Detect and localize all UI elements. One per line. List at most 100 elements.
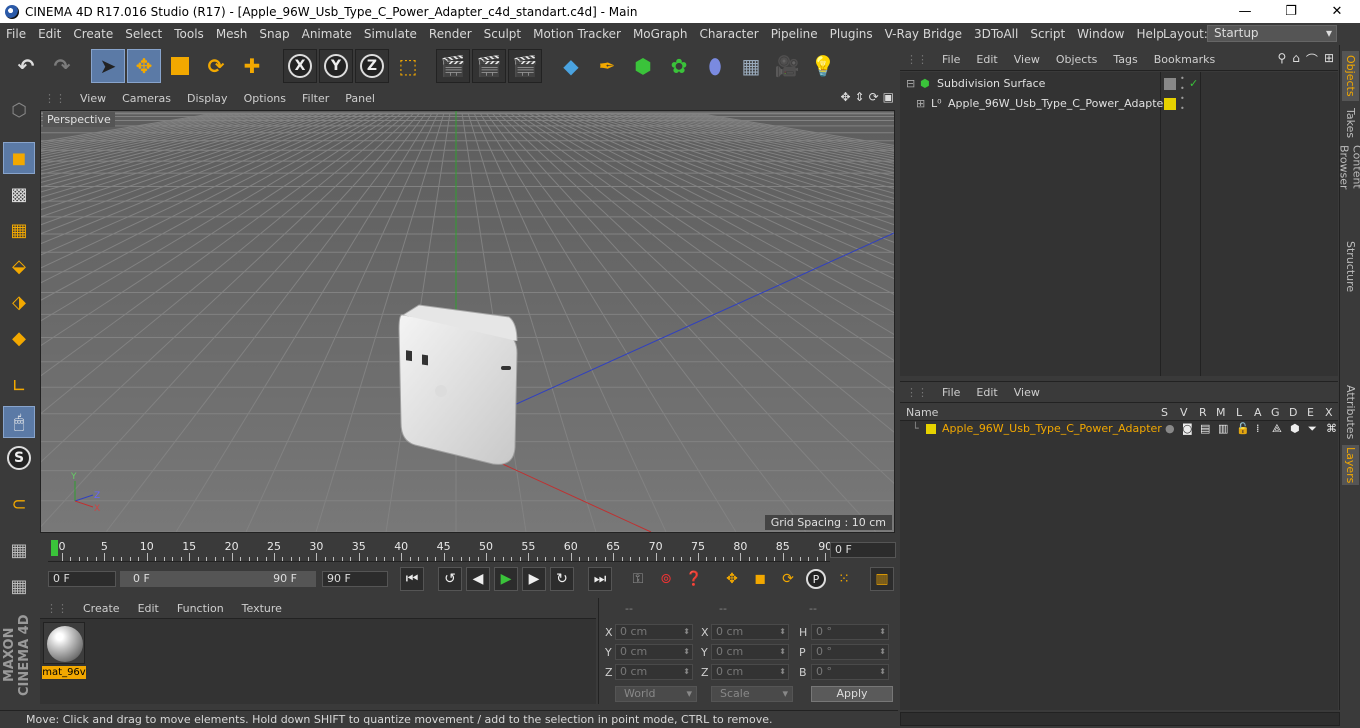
menu-pipeline[interactable]: Pipeline: [765, 23, 824, 45]
new-panel-icon[interactable]: ⊞: [1324, 51, 1334, 68]
object-menu-tags[interactable]: Tags: [1105, 53, 1145, 66]
view-toggle-icon[interactable]: ◙: [1182, 419, 1193, 439]
edges-mode-button[interactable]: ⬗: [3, 286, 35, 318]
rot-p-field[interactable]: 0 °: [811, 644, 889, 660]
timeline-end-field[interactable]: 0 F: [830, 542, 896, 558]
menu-create[interactable]: Create: [67, 23, 119, 45]
object-row-adapter[interactable]: ⊞ L⁰ Apple_96W_Usb_Type_C_Power_Adapter …: [900, 94, 1338, 114]
autokeying-button[interactable]: ⊚: [654, 567, 678, 591]
object-menu-bookmarks[interactable]: Bookmarks: [1146, 53, 1223, 66]
menu-render[interactable]: Render: [423, 23, 478, 45]
menu-snap[interactable]: Snap: [253, 23, 295, 45]
frame-range-slider[interactable]: 0 F 90 F: [120, 571, 316, 587]
playhead-marker[interactable]: [51, 540, 58, 556]
menu-animate[interactable]: Animate: [296, 23, 358, 45]
xref-toggle-icon[interactable]: ⌘: [1326, 419, 1337, 439]
menu-character[interactable]: Character: [693, 23, 764, 45]
tab-takes[interactable]: Takes: [1342, 105, 1359, 141]
live-selection-button[interactable]: ➤: [91, 49, 125, 83]
close-icon[interactable]: ✕: [1314, 0, 1360, 23]
subdivision-tag-icon[interactable]: [1164, 78, 1176, 90]
render-toggle-icon[interactable]: ▤: [1200, 419, 1210, 439]
viewport-menu-view[interactable]: View: [72, 92, 114, 105]
rotate-tool-button[interactable]: ⟳: [199, 49, 233, 83]
object-row-subdivision-surface[interactable]: ⊟ ⬢ Subdivision Surface • • ✓: [900, 74, 1338, 94]
deformers-toggle-icon[interactable]: ⬢: [1290, 419, 1300, 439]
layout-dropdown[interactable]: Startup: [1207, 25, 1337, 42]
navigate-up-icon[interactable]: ⌒: [1306, 51, 1318, 68]
object-menu-file[interactable]: File: [934, 53, 968, 66]
tab-attributes[interactable]: Attributes: [1342, 383, 1359, 441]
previous-frame-button[interactable]: ◀: [466, 567, 490, 591]
keyframe-selection-button[interactable]: ❓: [682, 567, 706, 591]
manager-toggle-icon[interactable]: ▥: [1218, 419, 1228, 439]
viewport-menu-display[interactable]: Display: [179, 92, 236, 105]
viewport-zoom-icon[interactable]: ⇕: [855, 90, 865, 104]
layer-color-swatch[interactable]: [1164, 98, 1176, 110]
object-menu-view[interactable]: View: [1006, 53, 1048, 66]
previous-keyframe-button[interactable]: ↺: [438, 567, 462, 591]
cube-button[interactable]: ◆: [554, 49, 588, 83]
timeline-ruler[interactable]: 0 5 10 15 20 25 30 35 40 45 50 55 60 65 70 75 80 85 90 0 F: [40, 536, 898, 564]
key-rotation-button[interactable]: ⟳: [776, 567, 800, 591]
rot-b-field[interactable]: 0 °: [811, 664, 889, 680]
points-mode-button[interactable]: ⬙: [3, 250, 35, 282]
key-scale-button[interactable]: ◼: [748, 567, 772, 591]
object-name[interactable]: Apple_96W_Usb_Type_C_Power_Adapter: [948, 94, 1168, 114]
viewport-rotate-icon[interactable]: ⟳: [869, 90, 879, 104]
viewport-menu-cameras[interactable]: Cameras: [114, 92, 179, 105]
search-icon[interactable]: ⚲: [1278, 51, 1287, 68]
size-x-field[interactable]: 0 cm: [711, 624, 789, 640]
menu-file[interactable]: File: [0, 23, 32, 45]
menu-tools[interactable]: Tools: [168, 23, 210, 45]
subdivision-surface-button[interactable]: ⬢: [626, 49, 660, 83]
layer-horizontal-scrollbar[interactable]: [900, 712, 1340, 726]
viewport-pan-icon[interactable]: ✥: [840, 90, 850, 104]
viewport-toggle-icon[interactable]: ▣: [883, 90, 894, 104]
model-mode-button[interactable]: ◼: [3, 142, 35, 174]
maximize-icon[interactable]: ❐: [1268, 0, 1314, 23]
viewport-menu-options[interactable]: Options: [236, 92, 294, 105]
minimize-icon[interactable]: —: [1222, 0, 1268, 23]
go-to-start-button[interactable]: ⏮: [400, 567, 424, 591]
texture-mode-button[interactable]: ▩: [3, 178, 35, 210]
viewport-menu-filter[interactable]: Filter: [294, 92, 337, 105]
object-menu-objects[interactable]: Objects: [1048, 53, 1106, 66]
layer-menu-edit[interactable]: Edit: [968, 386, 1005, 399]
next-frame-button[interactable]: ▶: [522, 567, 546, 591]
layer-name[interactable]: Apple_96W_Usb_Type_C_Power_Adapter: [942, 419, 1162, 439]
material-menu-create[interactable]: Create: [74, 602, 129, 615]
menu-vray-bridge[interactable]: V-Ray Bridge: [879, 23, 968, 45]
expressions-toggle-icon[interactable]: ⏷: [1308, 419, 1317, 439]
material-menu-edit[interactable]: Edit: [129, 602, 168, 615]
rot-h-field[interactable]: 0 °: [811, 624, 889, 640]
layer-menu-file[interactable]: File: [934, 386, 968, 399]
key-parameter-button[interactable]: P: [804, 567, 828, 591]
deformer-button[interactable]: ⬮: [698, 49, 732, 83]
camera-button[interactable]: 🎥: [770, 49, 804, 83]
lock-toggle-icon[interactable]: 🔓: [1236, 419, 1250, 439]
material-menu-texture[interactable]: Texture: [233, 602, 291, 615]
snapping-button[interactable]: S: [3, 442, 35, 474]
tab-structure[interactable]: Structure: [1342, 239, 1359, 295]
go-to-end-button[interactable]: ⏭: [588, 567, 612, 591]
redo-button[interactable]: ↷: [45, 49, 79, 83]
polygons-mode-button[interactable]: ◆: [3, 322, 35, 354]
make-editable-button[interactable]: ⬡: [3, 94, 35, 126]
visibility-dots-icon[interactable]: • •: [1180, 94, 1185, 114]
render-view-button[interactable]: 🎬: [436, 49, 470, 83]
pos-y-field[interactable]: 0 cm: [615, 644, 693, 660]
collapse-icon[interactable]: ⊟: [906, 74, 915, 94]
viewport-menu-panel[interactable]: Panel: [337, 92, 383, 105]
animation-toggle-icon[interactable]: ⁞: [1256, 419, 1260, 439]
move-tool-button[interactable]: ✥: [127, 49, 161, 83]
tab-layers[interactable]: Layers: [1342, 445, 1359, 485]
material-swatch[interactable]: [43, 622, 85, 664]
home-icon[interactable]: ⌂: [1292, 51, 1300, 68]
object-name[interactable]: Subdivision Surface: [937, 74, 1045, 94]
enabled-check-icon[interactable]: ✓: [1189, 74, 1198, 94]
timeline-window-button[interactable]: ▥: [870, 567, 894, 591]
generators-toggle-icon[interactable]: ⟁: [1272, 419, 1282, 439]
record-keys-button[interactable]: ⚿: [626, 567, 650, 591]
material-name-label[interactable]: mat_96v: [42, 666, 86, 679]
